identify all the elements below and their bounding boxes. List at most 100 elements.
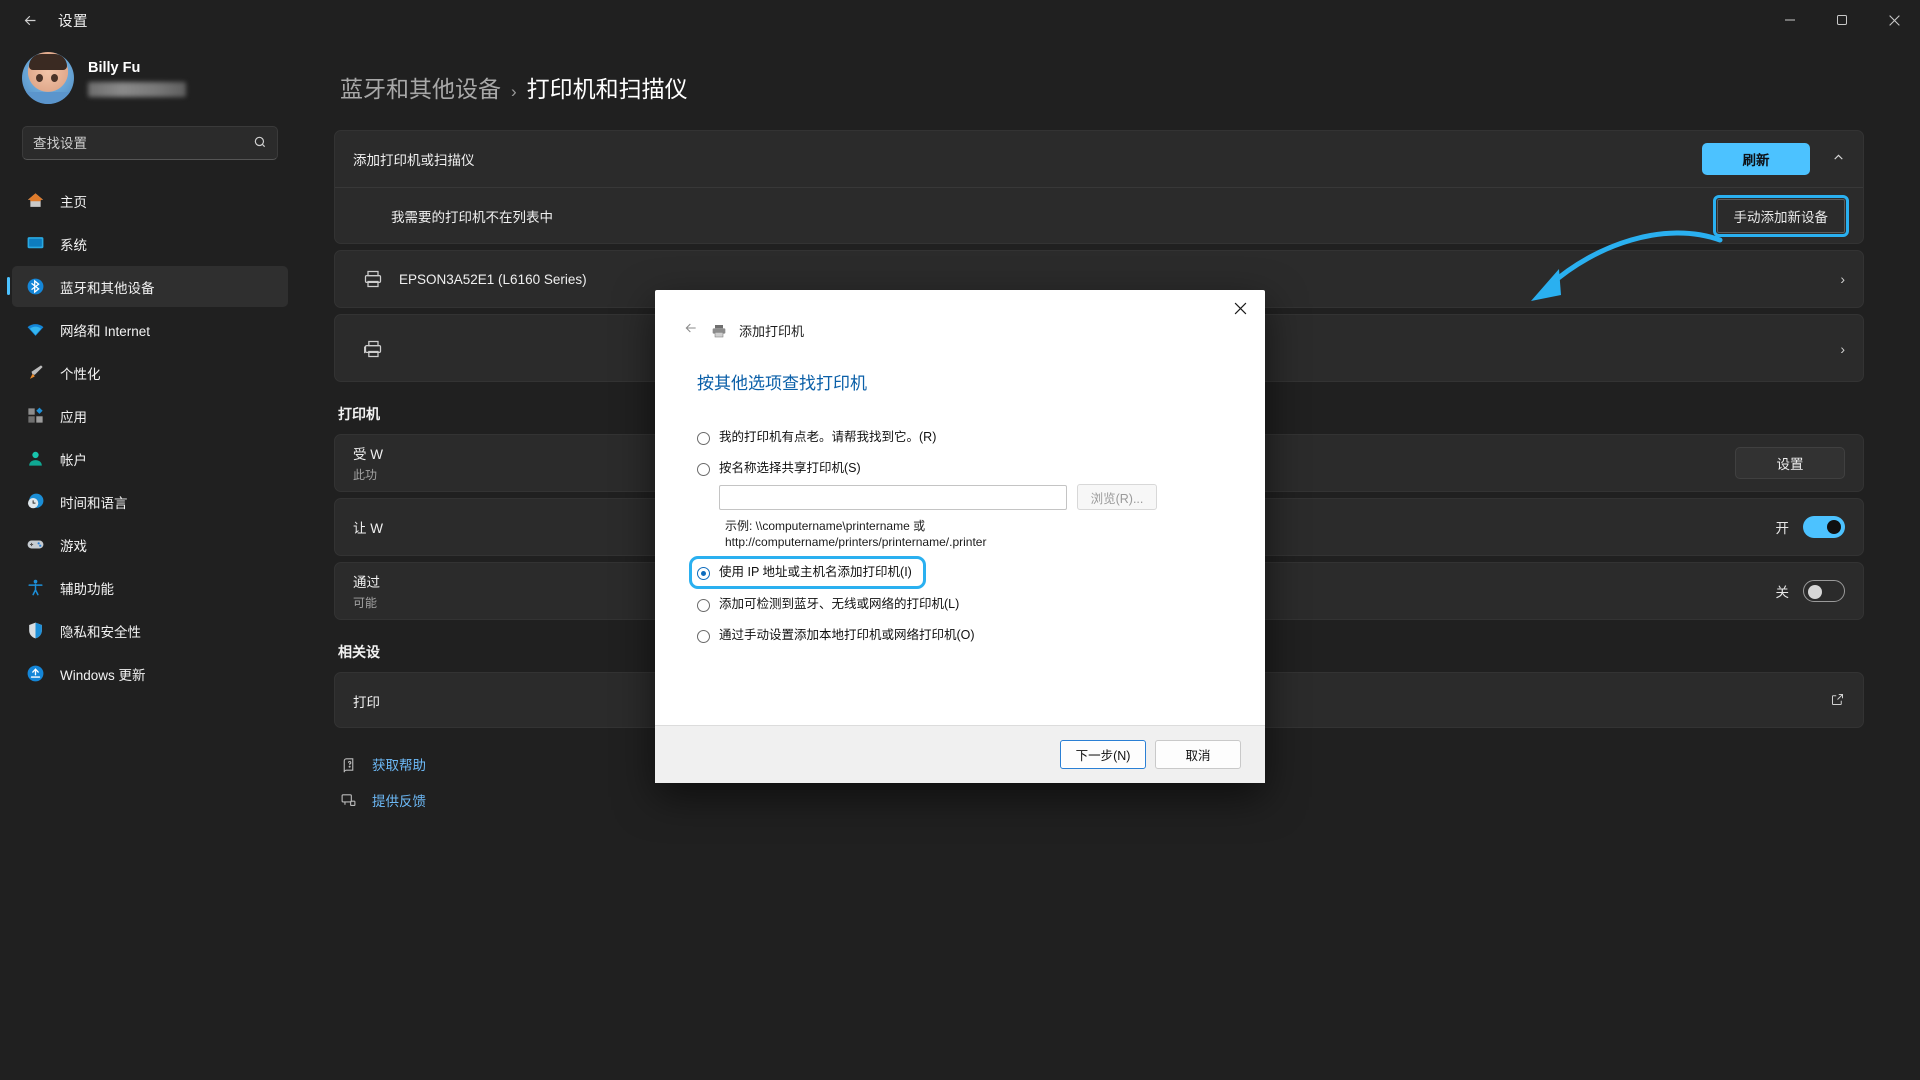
- radio-label: 使用 IP 地址或主机名添加打印机(I): [719, 565, 912, 579]
- radio-button[interactable]: [697, 432, 710, 445]
- radio-button[interactable]: [697, 599, 710, 612]
- refresh-button[interactable]: 刷新: [1702, 143, 1810, 175]
- sidebar-item-label: Windows 更新: [60, 667, 146, 683]
- gamepad-icon: [24, 534, 46, 556]
- help-icon: [340, 756, 358, 773]
- add-printer-card: 添加打印机或扫描仪 刷新 我需要的打印机不在列表中 手动添加新设备: [334, 130, 1864, 244]
- update-icon: [24, 663, 46, 685]
- close-icon: [1888, 14, 1900, 26]
- profile-email-redacted: [88, 81, 186, 97]
- hint-line-2: http://computername/printers/printername…: [725, 535, 987, 549]
- sidebar-item-home[interactable]: 主页: [12, 180, 288, 221]
- cancel-button[interactable]: 取消: [1155, 740, 1241, 769]
- apps-icon: [24, 405, 46, 427]
- printer-not-listed-row: 我需要的打印机不在列表中 手动添加新设备: [335, 187, 1863, 243]
- close-icon: [1234, 302, 1246, 314]
- radio-label: 按名称选择共享打印机(S): [719, 461, 861, 475]
- sidebar-item-accessibility[interactable]: 辅助功能: [12, 567, 288, 608]
- browse-button[interactable]: 浏览(R)...: [1077, 484, 1157, 510]
- user-profile[interactable]: Billy Fu: [12, 40, 288, 122]
- wifi-icon: [24, 319, 46, 341]
- sidebar-item-gaming[interactable]: 游戏: [12, 524, 288, 565]
- sidebar-item-network[interactable]: 网络和 Internet: [12, 309, 288, 350]
- sidebar-item-privacy-security[interactable]: 隐私和安全性: [12, 610, 288, 651]
- external-link-icon[interactable]: [1830, 692, 1845, 711]
- toggle-switch[interactable]: [1803, 516, 1845, 538]
- sidebar-item-system[interactable]: 系统: [12, 223, 288, 264]
- sidebar-item-apps[interactable]: 应用: [12, 395, 288, 436]
- minimize-icon: [1785, 19, 1795, 21]
- sidebar-item-label: 隐私和安全性: [60, 624, 141, 640]
- toggle-switch[interactable]: [1803, 580, 1845, 602]
- settings-button[interactable]: 设置: [1735, 447, 1845, 479]
- window-controls: [1764, 0, 1920, 40]
- dialog-options: 我的打印机有点老。请帮我找到它。(R) 按名称选择共享打印机(S) 浏览(R).…: [655, 394, 1265, 643]
- breadcrumb: 蓝牙和其他设备 › 打印机和扫描仪: [340, 70, 1864, 104]
- avatar: [22, 52, 74, 104]
- toggle-group: 开: [1775, 516, 1845, 538]
- feedback-icon: [340, 792, 358, 809]
- device-name: EPSON3A52E1 (L6160 Series): [399, 271, 587, 287]
- close-button[interactable]: [1868, 0, 1920, 40]
- sidebar-item-time-language[interactable]: 时间和语言: [12, 481, 288, 522]
- setting-label: 通过: [353, 575, 380, 590]
- sidebar-item-accounts[interactable]: 帐户: [12, 438, 288, 479]
- next-button[interactable]: 下一步(N): [1060, 740, 1146, 769]
- give-feedback-link[interactable]: 提供反馈: [340, 790, 1864, 810]
- setting-label: 让 W: [353, 521, 383, 536]
- chevron-right-icon[interactable]: ›: [1840, 341, 1845, 357]
- chevron-up-icon[interactable]: [1832, 151, 1845, 167]
- radio-button[interactable]: [697, 567, 710, 580]
- toggle-state-label: 开: [1775, 521, 1790, 536]
- sidebar-item-personalization[interactable]: 个性化: [12, 352, 288, 393]
- setting-sublabel: 此功: [353, 468, 378, 482]
- brush-icon: [24, 362, 46, 384]
- radio-option-discoverable[interactable]: 添加可检测到蓝牙、无线或网络的打印机(L): [697, 597, 1265, 612]
- radio-option-shared-by-name[interactable]: 按名称选择共享打印机(S): [697, 461, 1265, 476]
- back-button[interactable]: [10, 4, 50, 36]
- dialog-footer: 下一步(N) 取消: [655, 725, 1265, 783]
- accessibility-icon: [24, 577, 46, 599]
- sidebar-item-label: 应用: [60, 409, 87, 425]
- bluetooth-icon: [24, 276, 46, 298]
- sidebar-item-bluetooth-devices[interactable]: 蓝牙和其他设备: [7, 266, 288, 307]
- home-icon: [24, 190, 46, 212]
- setting-sublabel: 可能: [353, 596, 378, 610]
- chevron-right-icon[interactable]: ›: [1840, 271, 1845, 287]
- shared-printer-path-input[interactable]: [719, 484, 1067, 510]
- dialog-close-button[interactable]: [1219, 293, 1261, 323]
- search-icon: [253, 135, 267, 152]
- maximize-button[interactable]: [1816, 0, 1868, 40]
- toggle-state-label: 关: [1775, 585, 1790, 600]
- profile-name: Billy Fu: [88, 59, 141, 76]
- shield-icon: [24, 620, 46, 642]
- search-input[interactable]: [33, 135, 253, 151]
- radio-label: 我的打印机有点老。请帮我找到它。(R): [719, 430, 937, 444]
- radio-button[interactable]: [697, 463, 710, 476]
- window-titlebar: 设置: [0, 0, 1920, 40]
- breadcrumb-parent[interactable]: 蓝牙和其他设备: [340, 70, 501, 104]
- sidebar-item-windows-update[interactable]: Windows 更新: [12, 653, 288, 694]
- minimize-button[interactable]: [1764, 0, 1816, 40]
- radio-label: 添加可检测到蓝牙、无线或网络的打印机(L): [719, 597, 960, 611]
- dialog-back-button[interactable]: [683, 320, 699, 341]
- radio-option-manual-settings[interactable]: 通过手动设置添加本地打印机或网络打印机(O): [697, 628, 1265, 643]
- radio-option-ip-hostname[interactable]: 使用 IP 地址或主机名添加打印机(I): [689, 556, 926, 589]
- sidebar-item-label: 网络和 Internet: [60, 323, 151, 339]
- hint-line-1: 示例: \\computername\printername 或: [725, 519, 926, 533]
- dialog-title: 添加打印机: [739, 324, 805, 339]
- sidebar-item-label: 个性化: [60, 366, 101, 382]
- sidebar-item-label: 系统: [60, 237, 87, 253]
- link-label: 获取帮助: [372, 758, 426, 773]
- printer-icon: [363, 269, 383, 289]
- fax-icon: [363, 339, 383, 359]
- manual-add-device-button[interactable]: 手动添加新设备: [1712, 194, 1849, 237]
- sidebar: Billy Fu 主页 系统: [0, 40, 300, 1080]
- add-printer-row: 添加打印机或扫描仪 刷新: [335, 131, 1863, 187]
- search-settings-box[interactable]: [22, 126, 278, 160]
- sidebar-item-label: 蓝牙和其他设备: [60, 280, 155, 296]
- radio-option-old-printer[interactable]: 我的打印机有点老。请帮我找到它。(R): [697, 430, 1265, 445]
- related-setting-label: 打印: [353, 695, 380, 710]
- radio-button[interactable]: [697, 630, 710, 643]
- add-printer-dialog: 添加打印机 按其他选项查找打印机 我的打印机有点老。请帮我找到它。(R) 按名称…: [655, 290, 1265, 783]
